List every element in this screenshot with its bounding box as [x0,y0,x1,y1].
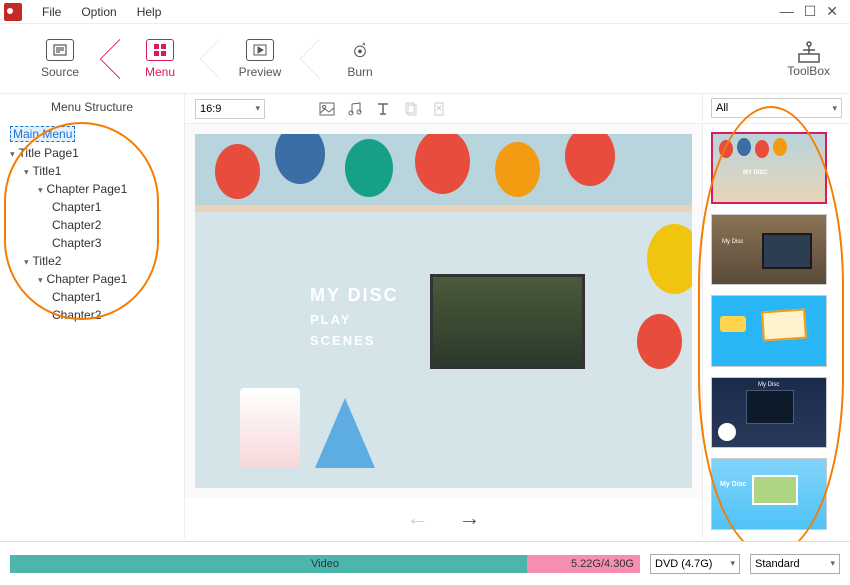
menubar: File Option Help — ☐ ✕ [0,0,850,24]
toolbox-button[interactable]: ToolBox [787,40,830,78]
next-arrow-icon[interactable]: → [459,505,481,531]
step-burn-label: Burn [347,65,372,79]
aspect-ratio-select[interactable]: 16:9▾ [195,99,265,119]
prev-arrow-icon[interactable]: ← [407,505,429,531]
template-thumb[interactable]: My Disc [711,458,827,530]
template-list[interactable]: MY DISC My Disc My Disc My Disc [703,124,850,538]
template-thumb[interactable]: My Disc [711,214,827,286]
menu-file[interactable]: File [32,5,71,19]
preview-panel: 16:9▾ MY DISC P [185,94,702,538]
preview-scene: MY DISC PLAY SCENES [195,134,692,488]
tree-title-page1[interactable]: Title Page1 [10,144,176,162]
step-preview-label: Preview [239,65,282,79]
template-filter-select[interactable]: All▾ [711,98,842,118]
app-icon [4,3,22,21]
nav-arrows: ← → [185,498,702,538]
step-burn[interactable]: Burn [320,39,400,79]
template-thumb[interactable] [711,295,827,367]
close-button[interactable]: ✕ [826,3,838,20]
usage-size-text: 5.22G/4.30G [571,558,634,570]
disc-usage-bar: Video 5.22G/4.30G [10,555,640,573]
tree-chapter1-b[interactable]: Chapter1 [52,288,176,306]
step-chevron-icon [300,39,320,79]
menu-tree: Main Menu Title Page1 Title1 Chapter Pag… [0,120,184,538]
tree-title1[interactable]: Title1 [24,162,176,180]
step-source[interactable]: Source [20,39,100,79]
quality-select[interactable]: Standard▾ [750,554,840,574]
template-thumb[interactable]: My Disc [711,377,827,449]
tree-chapter2-a[interactable]: Chapter2 [52,216,176,234]
tree-main-menu[interactable]: Main Menu [10,124,176,144]
video-thumbnail [430,274,585,369]
minimize-button[interactable]: — [780,3,794,20]
toolbox-label: ToolBox [787,64,830,78]
tree-chapter2-b[interactable]: Chapter2 [52,306,176,324]
disc-menu-text: MY DISC PLAY SCENES [310,279,399,354]
step-chevron-icon [100,39,120,79]
tree-title2[interactable]: Title2 [24,252,176,270]
burn-icon [346,39,374,61]
source-icon [46,39,74,61]
tree-chapter1-a[interactable]: Chapter1 [52,198,176,216]
delete-icon [431,101,447,117]
window-controls: — ☐ ✕ [780,3,846,20]
preview-toolbar: 16:9▾ [185,94,702,124]
music-icon[interactable] [347,101,363,117]
step-toolbar: Source Menu Preview Burn ToolBox [0,24,850,94]
menu-option[interactable]: Option [71,5,126,19]
template-panel: All▾ MY DISC My Disc My Disc My Disc [702,94,850,538]
image-icon[interactable] [319,101,335,117]
menu-structure-header: Menu Structure [0,94,184,120]
preview-icon [246,39,274,61]
step-menu[interactable]: Menu [120,39,200,79]
main-area: Menu Structure Main Menu Title Page1 Tit… [0,94,850,538]
toolbox-icon [795,40,823,64]
status-bar: Video 5.22G/4.30G DVD (4.7G)▾ Standard▾ [0,541,850,585]
step-menu-label: Menu [145,65,175,79]
menu-icon [146,39,174,61]
template-thumb[interactable]: MY DISC [711,132,827,204]
step-chevron-icon [200,39,220,79]
disc-type-select[interactable]: DVD (4.7G)▾ [650,554,740,574]
usage-video-label: Video [10,558,640,570]
tree-chapter-page1-a[interactable]: Chapter Page1 [38,180,176,198]
template-filter-row: All▾ [703,94,850,124]
copy-icon [403,101,419,117]
menu-help[interactable]: Help [127,5,172,19]
preview-canvas[interactable]: MY DISC PLAY SCENES [195,134,692,488]
step-preview[interactable]: Preview [220,39,300,79]
text-icon[interactable] [375,101,391,117]
menu-structure-panel: Menu Structure Main Menu Title Page1 Tit… [0,94,185,538]
step-source-label: Source [41,65,79,79]
maximize-button[interactable]: ☐ [804,3,817,20]
tree-chapter3-a[interactable]: Chapter3 [52,234,176,252]
tree-chapter-page1-b[interactable]: Chapter Page1 [38,270,176,288]
